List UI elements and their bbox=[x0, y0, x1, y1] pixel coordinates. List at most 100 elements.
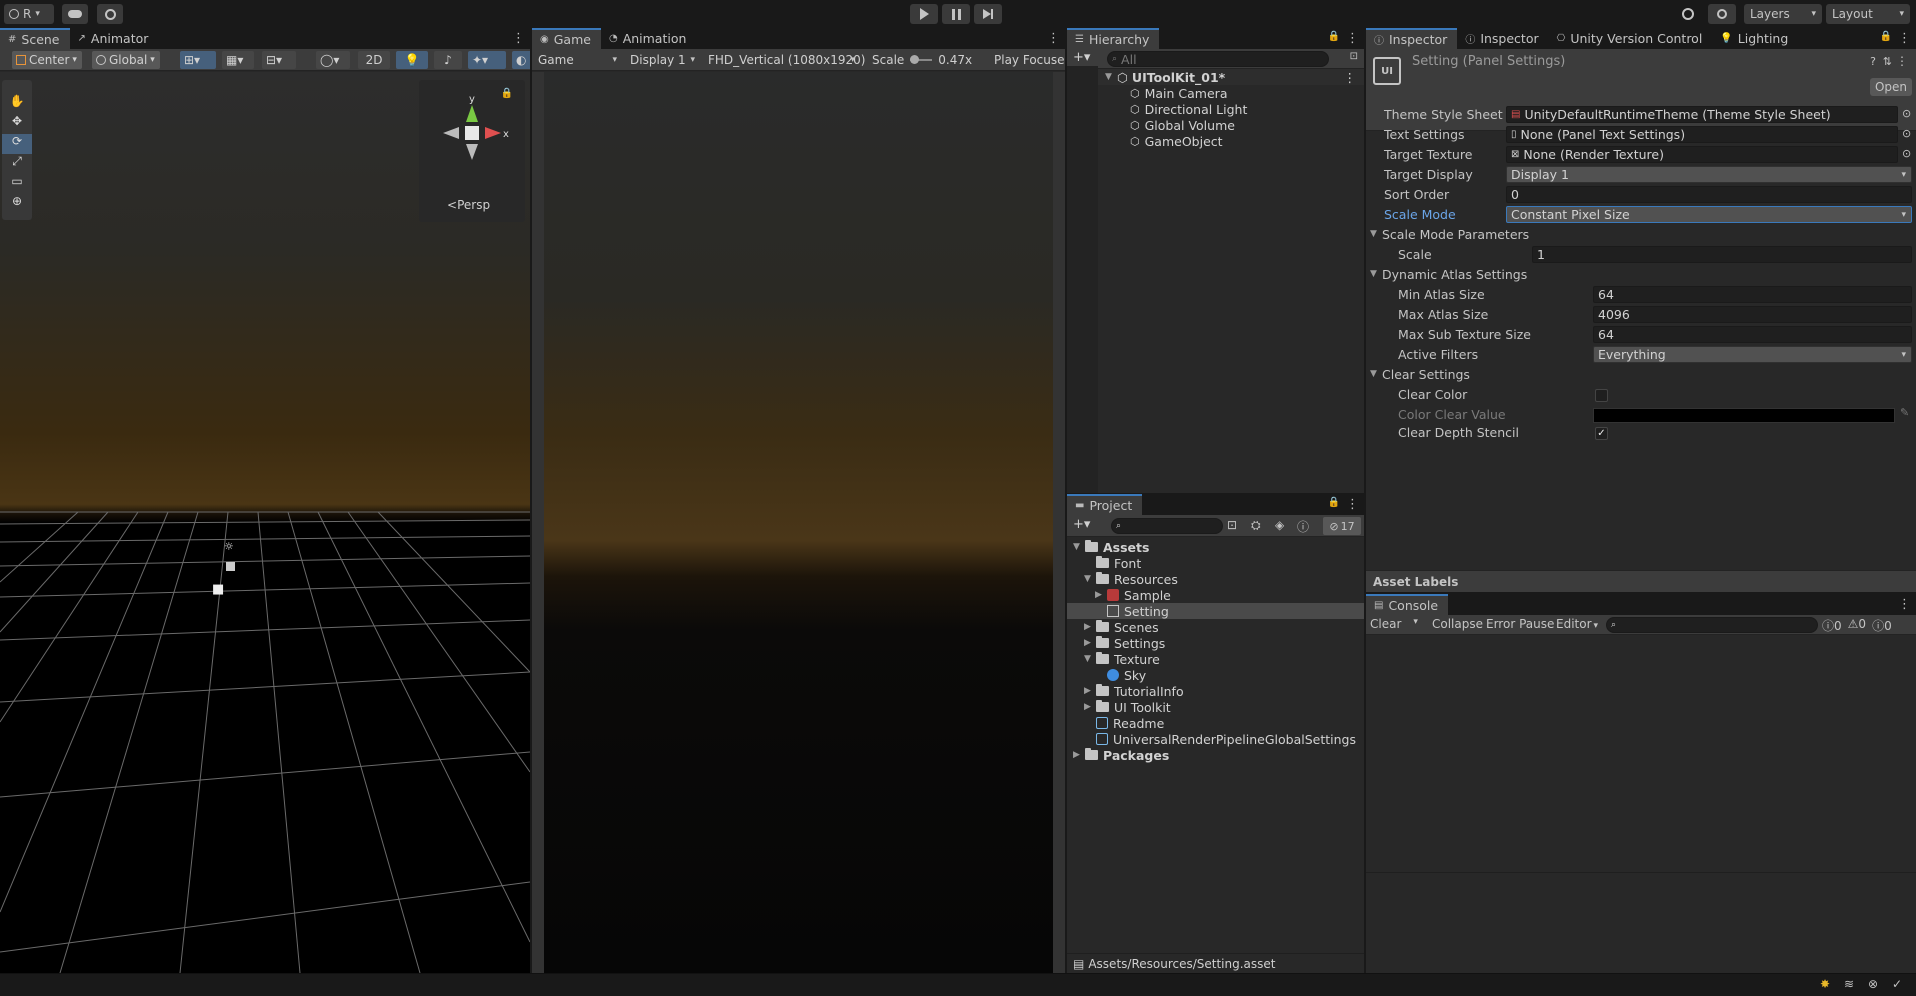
persp-toggle[interactable]: <Persp bbox=[447, 198, 490, 212]
collab-status-icon[interactable]: ✓ bbox=[1892, 977, 1902, 991]
gameobject-gizmo-icon[interactable] bbox=[226, 562, 235, 571]
step-button[interactable] bbox=[974, 4, 1002, 24]
tab-console[interactable]: ▤ Console bbox=[1366, 594, 1449, 615]
project-tree-item[interactable]: ▼ Texture bbox=[1067, 651, 1364, 667]
lighting-toggle[interactable]: 💡 bbox=[396, 51, 428, 69]
increment-snap-button[interactable]: ⊟▾ bbox=[262, 51, 296, 69]
project-tree-item[interactable]: ▶ TutorialInfo bbox=[1067, 683, 1364, 699]
scale-mode-dropdown[interactable]: Constant Pixel Size ▾ bbox=[1506, 206, 1912, 223]
resolution-dropdown[interactable]: FHD_Vertical (1080x1920) ▾ bbox=[704, 51, 865, 69]
more-menu-icon[interactable]: ⋮ bbox=[1047, 31, 1060, 46]
error-count-toggle[interactable]: ⓘ0 bbox=[1872, 617, 1892, 634]
search-button[interactable] bbox=[1708, 4, 1736, 24]
tab-version-control[interactable]: ⎔ Unity Version Control bbox=[1549, 28, 1713, 49]
gizmos-button[interactable]: ◐ bbox=[512, 51, 530, 69]
project-tree-item[interactable]: ▼ Assets bbox=[1067, 539, 1364, 555]
more-menu-icon[interactable]: ⋮ bbox=[1346, 497, 1359, 512]
search-by-type-icon[interactable]: ⊡ bbox=[1227, 518, 1237, 532]
target-texture-field[interactable]: ⊠ None (Render Texture) bbox=[1506, 146, 1898, 163]
max-sub-texture-input[interactable]: 64 bbox=[1593, 326, 1912, 343]
clear-dropdown[interactable]: Clear ▾ bbox=[1370, 617, 1418, 631]
space-dropdown[interactable]: Global ▾ bbox=[92, 51, 160, 69]
hierarchy-item[interactable]: ⬡ Global Volume bbox=[1130, 117, 1235, 133]
rotate-tool-icon[interactable]: ⟳ bbox=[2, 134, 32, 154]
tab-project[interactable]: ▬ Project bbox=[1067, 494, 1143, 515]
eyedropper-icon[interactable]: ✎ bbox=[1900, 406, 1909, 419]
display-dropdown[interactable]: Display 1 ▾ bbox=[626, 51, 700, 69]
account-button[interactable]: R ▾ bbox=[4, 4, 54, 24]
more-menu-icon[interactable]: ⋮ bbox=[1346, 31, 1359, 46]
project-tree-item[interactable]: ▶ Sample bbox=[1067, 587, 1364, 603]
project-tree-item[interactable]: Setting bbox=[1067, 603, 1364, 619]
audio-toggle[interactable]: ♪ bbox=[434, 51, 462, 69]
toggle-2d-button[interactable]: 2D bbox=[358, 51, 390, 69]
slider-track[interactable] bbox=[910, 55, 933, 64]
log-count-toggle[interactable]: ⓘ0 bbox=[1822, 617, 1842, 634]
more-menu-icon[interactable]: ⋮ bbox=[512, 31, 525, 46]
project-search-input[interactable]: ⌕ bbox=[1111, 518, 1223, 534]
lock-icon[interactable]: 🔒 bbox=[501, 88, 513, 99]
info-icon[interactable]: ⓘ bbox=[1297, 518, 1309, 535]
hierarchy-item[interactable]: ⬡ Directional Light bbox=[1130, 101, 1247, 117]
presets-icon[interactable]: ⇅ bbox=[1883, 55, 1892, 68]
min-atlas-size-input[interactable]: 64 bbox=[1593, 286, 1912, 303]
project-tree-item[interactable]: ▶ UI Toolkit bbox=[1067, 699, 1364, 715]
target-display-dropdown[interactable]: Display 1 ▾ bbox=[1506, 166, 1912, 183]
tab-inspector-2[interactable]: ⓘ Inspector bbox=[1457, 28, 1548, 49]
asset-labels-bar[interactable]: Asset Labels bbox=[1366, 570, 1916, 592]
more-menu-icon[interactable]: ⋮ bbox=[1898, 597, 1911, 612]
color-clear-swatch[interactable] bbox=[1593, 408, 1895, 423]
editor-dropdown[interactable]: Editor ▾ bbox=[1556, 617, 1598, 631]
clear-color-checkbox[interactable] bbox=[1595, 389, 1608, 402]
move-tool-icon[interactable]: ✥ bbox=[2, 114, 32, 134]
hierarchy-item[interactable]: ⬡ GameObject bbox=[1130, 133, 1223, 149]
project-tree-item[interactable]: Font bbox=[1067, 555, 1364, 571]
camera-gizmo-icon[interactable]: ■ bbox=[212, 582, 224, 597]
cache-server-icon[interactable]: ≋ bbox=[1844, 977, 1854, 991]
progress-icon[interactable]: ✸ bbox=[1820, 977, 1830, 991]
game-view[interactable] bbox=[544, 72, 1053, 973]
project-tree-item[interactable]: Readme bbox=[1067, 715, 1364, 731]
tab-animator[interactable]: ↗ Animator bbox=[70, 28, 159, 49]
transform-tool-icon[interactable]: ⊕ bbox=[2, 194, 32, 214]
tab-inspector[interactable]: ⓘ Inspector bbox=[1366, 28, 1458, 49]
lock-icon[interactable]: 🔒 bbox=[1328, 497, 1340, 508]
layout-dropdown[interactable]: Layout ▾ bbox=[1826, 4, 1910, 24]
grid-visibility-button[interactable]: ▦▾ bbox=[222, 51, 254, 69]
theme-style-sheet-field[interactable]: ▤ UnityDefaultRuntimeTheme (Theme Style S… bbox=[1506, 106, 1898, 123]
scene-root-row[interactable]: ▼ ⬡ UIToolKit_01* ⋮ bbox=[1067, 69, 1364, 85]
chevron-right-icon[interactable]: ▶ bbox=[1084, 622, 1096, 632]
chevron-down-icon[interactable]: ▼ bbox=[1105, 72, 1117, 82]
orientation-gizmo[interactable]: y x 🔒 <Persp bbox=[419, 80, 525, 222]
chevron-right-icon[interactable]: ▶ bbox=[1073, 750, 1085, 760]
project-tree-item[interactable]: UniversalRenderPipelineGlobalSettings bbox=[1067, 731, 1364, 747]
chevron-down-icon[interactable]: ▼ bbox=[1084, 654, 1096, 664]
help-icon[interactable]: ? bbox=[1870, 55, 1876, 68]
tab-scene[interactable]: # Scene bbox=[0, 28, 70, 49]
collab-button[interactable] bbox=[97, 4, 123, 24]
project-tree-item[interactable]: ▶ Scenes bbox=[1067, 619, 1364, 635]
tab-lighting[interactable]: 💡 Lighting bbox=[1712, 28, 1798, 49]
scale-mode-params-foldout[interactable]: ▼ Scale Mode Parameters bbox=[1370, 225, 1529, 243]
project-tree-item[interactable]: ▶ Packages bbox=[1067, 747, 1364, 763]
filter-by-label-icon[interactable]: ⛭ bbox=[1251, 518, 1261, 533]
warn-count-toggle[interactable]: ⚠0 bbox=[1848, 617, 1866, 634]
object-picker-icon[interactable]: ⊙ bbox=[1902, 147, 1911, 160]
object-picker-icon[interactable]: ⊙ bbox=[1902, 127, 1911, 140]
scale-input[interactable]: 1 bbox=[1532, 246, 1912, 263]
play-button[interactable] bbox=[910, 4, 938, 24]
add-button[interactable]: +▾ bbox=[1073, 517, 1090, 532]
chevron-right-icon[interactable]: ▶ bbox=[1084, 686, 1096, 696]
add-button[interactable]: +▾ bbox=[1073, 50, 1090, 65]
active-filters-dropdown[interactable]: Everything ▾ bbox=[1593, 346, 1912, 363]
tab-hierarchy[interactable]: ☰ Hierarchy bbox=[1067, 28, 1160, 49]
project-tree-item[interactable]: ▶ Settings bbox=[1067, 635, 1364, 651]
hierarchy-search-input[interactable]: ⌕ All bbox=[1107, 51, 1329, 67]
error-pause-button[interactable]: Error Pause bbox=[1486, 617, 1554, 631]
layers-dropdown[interactable]: Layers ▾ bbox=[1744, 4, 1822, 24]
rect-tool-icon[interactable]: ▭ bbox=[2, 174, 32, 194]
chevron-down-icon[interactable]: ▼ bbox=[1084, 574, 1096, 584]
clear-settings-foldout[interactable]: ▼ Clear Settings bbox=[1370, 365, 1470, 383]
pivot-dropdown[interactable]: Center ▾ bbox=[12, 51, 82, 69]
hidden-packages-toggle[interactable]: ⊘ 17 bbox=[1323, 517, 1361, 535]
